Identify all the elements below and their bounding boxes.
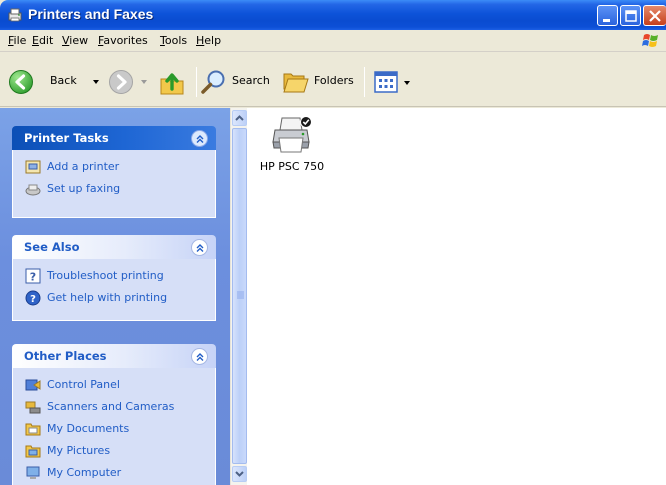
task-set-up-faxing[interactable]: Set up faxing [13, 178, 215, 200]
menu-file[interactable]: File [8, 34, 26, 47]
back-label: Back [50, 74, 77, 87]
menu-help[interactable]: Help [196, 34, 221, 47]
back-button[interactable]: Back [6, 67, 102, 97]
views-icon [374, 71, 398, 93]
svg-text:?: ? [30, 271, 36, 284]
back-dropdown-icon[interactable] [93, 80, 99, 84]
place-my-documents[interactable]: My Documents [13, 418, 215, 440]
back-arrow-icon [9, 70, 33, 94]
printer-tasks-header[interactable]: Printer Tasks [12, 126, 216, 150]
other-places-collapse-button[interactable] [191, 348, 208, 365]
task-troubleshoot-printing[interactable]: ? Troubleshoot printing [13, 265, 215, 287]
see-also-panel: See Also ? Troubleshoot printing ? Get h… [12, 235, 216, 321]
chevron-up-icon [196, 244, 204, 252]
close-icon [649, 10, 661, 22]
close-button[interactable] [643, 5, 666, 26]
search-icon [201, 70, 225, 94]
place-control-panel[interactable]: Control Panel [13, 374, 215, 396]
chevron-up-icon [196, 135, 204, 143]
task-get-help-printing[interactable]: ? Get help with printing [13, 287, 215, 309]
scroll-down-arrow-icon [235, 471, 244, 477]
other-places-title: Other Places [24, 349, 107, 363]
forward-dropdown-icon[interactable] [141, 80, 147, 84]
folders-label: Folders [314, 74, 354, 87]
menu-view[interactable]: View [62, 34, 88, 47]
scanner-icon [25, 401, 41, 414]
folders-button[interactable]: Folders [282, 67, 360, 97]
scroll-up-button[interactable] [232, 110, 247, 126]
minimize-button[interactable] [597, 5, 618, 26]
minimize-icon [603, 19, 610, 22]
folder-icon [25, 423, 41, 436]
menu-bar: File Edit View Favorites Tools Help [0, 30, 666, 52]
fax-icon [25, 184, 41, 196]
printer-tasks-panel: Printer Tasks Add a printer Set up faxin… [12, 126, 216, 218]
scroll-down-button[interactable] [232, 466, 247, 482]
other-places-panel: Other Places Control Panel Scanners and … [12, 344, 216, 485]
add-printer-icon [25, 160, 41, 174]
scroll-thumb[interactable] [232, 128, 247, 464]
place-my-pictures[interactable]: My Pictures [13, 440, 215, 462]
up-folder-button[interactable] [156, 65, 190, 99]
window-title: Printers and Faxes [28, 6, 154, 22]
forward-arrow-icon [109, 70, 133, 94]
pictures-icon [25, 445, 41, 458]
place-scanners-cameras[interactable]: Scanners and Cameras [13, 396, 215, 418]
see-also-header[interactable]: See Also [12, 235, 216, 259]
printer-label: HP PSC 750 [259, 160, 325, 173]
task-pane-scrollbar[interactable] [230, 108, 247, 485]
toolbar: Back Search Folders [0, 53, 666, 107]
views-dropdown-icon[interactable] [404, 81, 410, 85]
printer-tasks-title: Printer Tasks [24, 131, 109, 145]
forward-button[interactable] [106, 67, 152, 97]
task-add-printer[interactable]: Add a printer [13, 156, 215, 178]
task-pane: Printer Tasks Add a printer Set up faxin… [0, 108, 230, 485]
svg-text:?: ? [30, 294, 36, 305]
menu-tools[interactable]: Tools [160, 34, 187, 47]
windows-logo-icon [642, 34, 658, 47]
printer-folder-icon [8, 8, 22, 22]
help-icon: ? [25, 268, 41, 284]
computer-icon [26, 466, 40, 479]
folders-icon [283, 73, 309, 93]
control-panel-icon [25, 379, 41, 391]
printer-tasks-collapse-button[interactable] [191, 130, 208, 147]
maximize-icon [625, 10, 637, 22]
title-bar[interactable]: Printers and Faxes [0, 0, 666, 30]
search-button[interactable]: Search [200, 67, 274, 97]
window: Printers and Faxes File Edit View Favori… [0, 0, 666, 485]
content-area[interactable]: HP PSC 750 [247, 108, 666, 485]
printer-item[interactable]: HP PSC 750 [257, 114, 327, 174]
menu-favorites[interactable]: Favorites [98, 34, 148, 47]
views-button[interactable] [372, 68, 416, 96]
other-places-header[interactable]: Other Places [12, 344, 216, 368]
see-also-title: See Also [24, 240, 80, 254]
help-globe-icon: ? [25, 290, 41, 306]
maximize-button[interactable] [620, 5, 641, 26]
search-label: Search [232, 74, 270, 87]
grip-icon [237, 291, 244, 299]
scroll-up-arrow-icon [235, 115, 244, 121]
place-my-computer[interactable]: My Computer [13, 462, 215, 484]
see-also-collapse-button[interactable] [191, 239, 208, 256]
printer-icon [272, 116, 312, 153]
up-folder-icon [160, 73, 184, 95]
chevron-up-icon [196, 353, 204, 361]
menu-edit[interactable]: Edit [32, 34, 53, 47]
